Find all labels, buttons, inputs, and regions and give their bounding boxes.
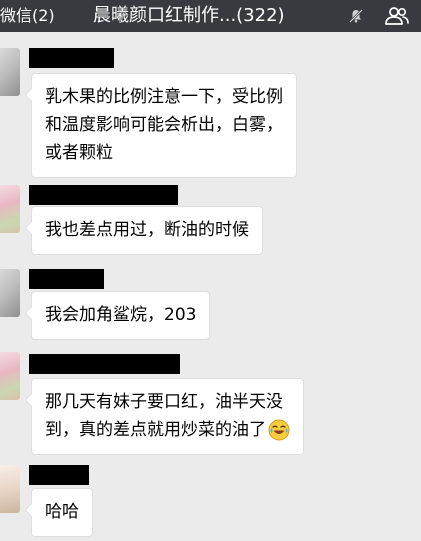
chat-header: 微信(2) 晨曦颜口红制作...(322) xyxy=(0,0,421,32)
message-text: 那几天有妹子要口红，油半天没 xyxy=(45,392,283,412)
avatar[interactable] xyxy=(0,185,20,233)
message-bubble[interactable]: 哈哈 xyxy=(25,488,93,537)
avatar[interactable] xyxy=(0,465,20,513)
redacted-nickname xyxy=(29,48,114,68)
message-text: 和温度影响可能会析出，白雾， xyxy=(45,115,283,135)
group-members-icon[interactable] xyxy=(384,6,410,26)
message-text: 到，真的差点就用炒菜的油了 xyxy=(45,420,266,440)
message-text: 乳木果的比例注意一下，受比例 xyxy=(45,87,283,107)
redacted-nickname xyxy=(29,185,178,205)
chat-title: 晨曦颜口红制作...(322) xyxy=(93,5,285,26)
mute-icon xyxy=(349,9,363,23)
redacted-nickname xyxy=(29,354,180,374)
message-text: 哈哈 xyxy=(45,502,79,522)
back-button[interactable]: 微信(2) xyxy=(0,5,55,27)
message-bubble[interactable]: 我会加角鲨烷，203 xyxy=(24,291,211,340)
message-bubble[interactable]: 那几天有妹子要口红，油半天没 到，真的差点就用炒菜的油了 xyxy=(25,378,304,455)
redacted-nickname xyxy=(29,269,104,289)
message-bubble[interactable]: 我也差点用过，断油的时候 xyxy=(25,206,263,255)
avatar[interactable] xyxy=(0,269,20,317)
message-text: 或者颗粒 xyxy=(45,143,113,163)
redacted-nickname xyxy=(29,465,89,485)
avatar[interactable] xyxy=(0,352,20,400)
laughing-crying-emoji-icon xyxy=(268,419,290,441)
avatar[interactable] xyxy=(0,48,20,96)
message-text: 我也差点用过，断油的时候 xyxy=(45,220,249,240)
message-bubble[interactable]: 乳木果的比例注意一下，受比例 和温度影响可能会析出，白雾， 或者颗粒 xyxy=(25,73,297,178)
message-text: 我会加角鲨烷，203 xyxy=(45,305,197,325)
